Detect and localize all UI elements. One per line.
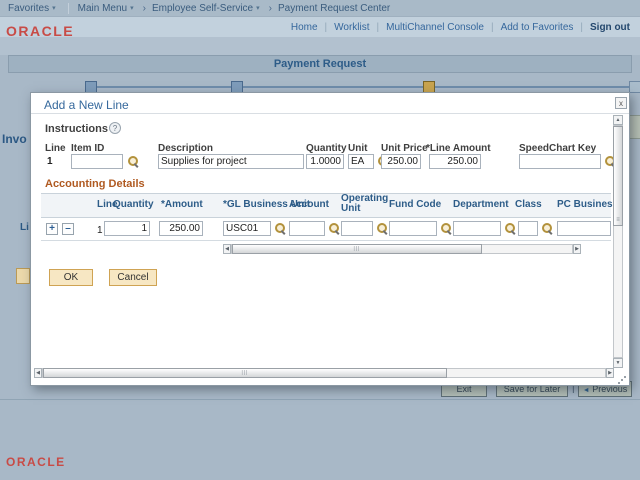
line-label-fragment: Li [20, 222, 29, 233]
quantity-input[interactable] [306, 154, 344, 169]
breadcrumb-item-ess[interactable]: Employee Self-Service [152, 3, 253, 14]
background-button-fragment[interactable] [16, 268, 30, 284]
row-amount-input[interactable] [159, 221, 203, 236]
worklist-link[interactable]: Worklist [334, 22, 369, 33]
grid-scroll-left-icon[interactable]: ◀ [223, 244, 231, 254]
cancel-button[interactable]: Cancel [109, 269, 157, 286]
dialog-scroll-right-icon[interactable]: ▶ [606, 368, 614, 378]
col-amount: *Amount [161, 199, 203, 210]
delete-row-button[interactable]: – [62, 223, 74, 235]
gl-business-unit-lookup-icon[interactable] [274, 222, 286, 234]
previous-arrow-icon: ◄ [583, 387, 590, 394]
row-department-input[interactable] [453, 221, 501, 236]
main-menu[interactable]: Main Menu [78, 3, 127, 14]
grid-bottom-rule [41, 240, 611, 241]
favorites-menu[interactable]: Favorites [8, 3, 49, 14]
help-icon[interactable]: ? [109, 122, 121, 134]
content-bottom-rule [0, 399, 640, 400]
screen: Favorites ▾ Main Menu ▾ › Employee Self-… [0, 0, 640, 480]
page-title: Payment Request [8, 55, 632, 73]
sign-out-link[interactable]: Sign out [590, 22, 630, 33]
close-icon[interactable]: x [615, 97, 627, 109]
item-id-label: Item ID [71, 143, 104, 154]
divider: | [377, 22, 380, 33]
col-fund-code: Fund Code [389, 199, 441, 210]
row-pc-business-unit-input[interactable] [557, 221, 611, 236]
description-label: Description [158, 143, 213, 154]
operating-unit-lookup-icon[interactable] [376, 222, 388, 234]
dialog-scroll-up-icon[interactable]: ▲ [613, 115, 623, 125]
speedchart-key-label: SpeedChart Key [519, 143, 596, 154]
line-amount-input[interactable] [429, 154, 481, 169]
chevron-down-icon: ▾ [256, 4, 260, 12]
add-new-line-dialog: Add a New Line x Instructions ? Line Ite… [30, 92, 630, 386]
account-lookup-icon[interactable] [328, 222, 340, 234]
line-label: Line [45, 143, 66, 154]
dialog-hscrollbar-thumb[interactable]: ||| [43, 368, 447, 378]
divider: | [491, 22, 494, 33]
speedchart-key-input[interactable] [519, 154, 601, 169]
line-amount-label: *Line Amount [426, 143, 491, 154]
description-input[interactable] [158, 154, 304, 169]
col-pc-business-unit: PC Business Unit [557, 199, 613, 210]
col-class: Class [515, 199, 542, 210]
background-edge-fragment [630, 115, 640, 139]
quantity-label: Quantity [306, 143, 347, 154]
oracle-logo: ORACLE [6, 23, 74, 39]
class-lookup-icon[interactable] [541, 222, 553, 234]
fund-code-lookup-icon[interactable] [440, 222, 452, 234]
dialog-scroll-down-icon[interactable]: ▼ [613, 358, 623, 368]
chevron-down-icon: ▾ [130, 4, 134, 12]
add-row-button[interactable]: + [46, 223, 58, 235]
row-line-number: 1 [97, 225, 103, 236]
instructions-label: Instructions [45, 123, 108, 135]
step-node-4[interactable] [629, 81, 640, 93]
multichannel-console-link[interactable]: MultiChannel Console [386, 22, 484, 33]
home-link[interactable]: Home [291, 22, 318, 33]
col-account: Account [289, 199, 329, 210]
thumb-grip-icon: ≡ [614, 217, 622, 224]
divider [68, 3, 69, 14]
speedchart-lookup-icon[interactable] [604, 155, 613, 167]
add-to-favorites-link[interactable]: Add to Favorites [501, 22, 574, 33]
breadcrumb: Favorites ▾ Main Menu ▾ › Employee Self-… [0, 0, 640, 17]
line-number-value: 1 [47, 156, 53, 167]
divider: | [325, 22, 328, 33]
col-quantity: Quantity [113, 199, 154, 210]
ok-button[interactable]: OK [49, 269, 93, 286]
header-band [0, 37, 640, 55]
divider: | [580, 22, 583, 33]
breadcrumb-separator-icon: › [269, 3, 272, 14]
breadcrumb-separator-icon: › [143, 3, 146, 14]
col-operating-unit: Operating Unit [341, 194, 389, 214]
row-fund-code-input[interactable] [389, 221, 437, 236]
row-gl-business-unit-input[interactable] [223, 221, 271, 236]
dialog-scroll-left-icon[interactable]: ◀ [34, 368, 42, 378]
item-id-lookup-icon[interactable] [127, 155, 139, 167]
row-class-input[interactable] [518, 221, 538, 236]
header-links: Home | Worklist | MultiChannel Console |… [0, 17, 640, 37]
dialog-content: Instructions ? Line Item ID Description … [33, 114, 613, 368]
item-id-input[interactable] [71, 154, 123, 169]
breadcrumb-item-prc[interactable]: Payment Request Center [278, 3, 390, 14]
unit-input[interactable] [348, 154, 374, 169]
dialog-title: Add a New Line [44, 98, 129, 112]
invoice-section-label-fragment: Invo [2, 132, 27, 146]
accounting-details-title: Accounting Details [45, 178, 145, 190]
chevron-down-icon: ▾ [52, 4, 56, 12]
dialog-vscrollbar-thumb[interactable]: ≡ [613, 126, 623, 226]
department-lookup-icon[interactable] [504, 222, 516, 234]
row-quantity-input[interactable] [104, 221, 150, 236]
unit-label: Unit [348, 143, 367, 154]
col-department: Department [453, 199, 509, 210]
unit-price-label: Unit Price [381, 143, 428, 154]
resize-grip-icon[interactable] [621, 379, 623, 381]
row-operating-unit-input[interactable] [341, 221, 373, 236]
oracle-footer-logo: ORACLE [6, 455, 66, 469]
step-progress-line [90, 86, 635, 88]
unit-price-input[interactable] [381, 154, 421, 169]
grid-scroll-right-icon[interactable]: ▶ [573, 244, 581, 254]
grid-scrollbar-thumb[interactable]: ||| [232, 244, 482, 254]
row-account-input[interactable] [289, 221, 325, 236]
